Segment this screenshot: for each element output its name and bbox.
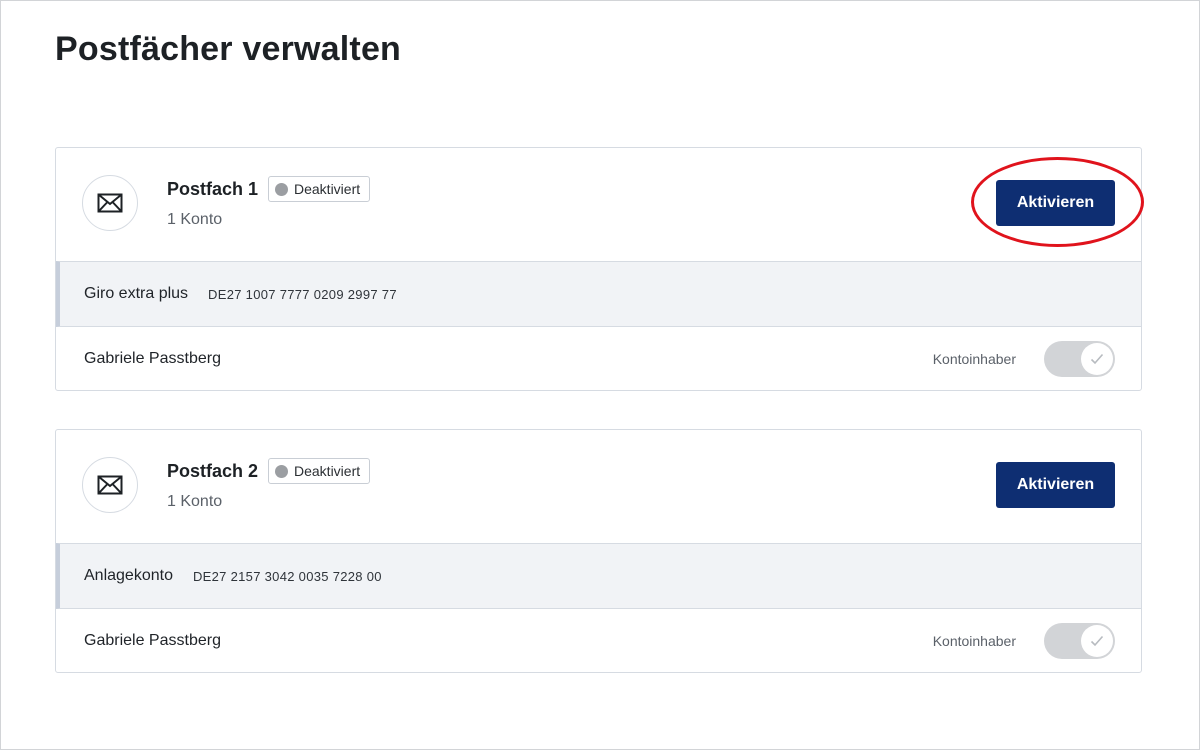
holder-name: Gabriele Passtberg — [84, 349, 221, 367]
activate-button[interactable]: Aktivieren — [996, 462, 1115, 508]
mailbox-name: Postfach 2 — [167, 461, 259, 481]
holder-role: Kontoinhaber — [932, 351, 1016, 367]
page-title: Postfächer verwalten — [55, 30, 402, 68]
account-count: 1 Konto — [167, 211, 223, 228]
mailbox-name: Postfach 1 — [167, 179, 259, 199]
mailbox-card-1: Postfach 1 Deaktiviert 1 Konto Aktiviere… — [55, 147, 1142, 391]
holder-toggle[interactable] — [1044, 623, 1115, 659]
account-count: 1 Konto — [167, 493, 223, 510]
account-row: Giro extra plus DE27 1007 7777 0209 2997… — [56, 261, 1141, 327]
account-iban: DE27 2157 3042 0035 7228 00 — [192, 568, 382, 584]
holder-role: Kontoinhaber — [932, 633, 1016, 649]
status-dot-icon — [275, 182, 288, 196]
check-icon — [1090, 635, 1104, 647]
account-iban: DE27 1007 7777 0209 2997 77 — [208, 286, 397, 302]
status-badge: Deaktiviert — [268, 176, 371, 202]
status-label: Deaktiviert — [294, 181, 361, 197]
holder-row: Gabriele Passtberg Kontoinhaber — [56, 609, 1141, 672]
mailbox-avatar — [82, 457, 138, 513]
envelope-icon — [97, 475, 123, 495]
mailbox-avatar — [82, 175, 138, 231]
status-label: Deaktiviert — [294, 463, 361, 479]
account-name: Anlagekonto — [84, 567, 173, 584]
status-badge: Deaktiviert — [268, 458, 371, 484]
holder-row: Gabriele Passtberg Kontoinhaber — [56, 327, 1141, 390]
envelope-icon — [97, 193, 123, 213]
mailbox-card-2: Postfach 2 Deaktiviert 1 Konto Aktiviere… — [55, 429, 1142, 673]
toggle-knob — [1081, 625, 1113, 657]
account-row: Anlagekonto DE27 2157 3042 0035 7228 00 — [56, 543, 1141, 609]
toggle-knob — [1081, 343, 1113, 375]
holder-toggle[interactable] — [1044, 341, 1115, 377]
activate-button[interactable]: Aktivieren — [996, 180, 1115, 226]
account-name: Giro extra plus — [84, 285, 189, 302]
holder-name: Gabriele Passtberg — [84, 631, 221, 649]
mailbox-header: Postfach 1 Deaktiviert 1 Konto Aktiviere… — [56, 148, 1141, 261]
check-icon — [1090, 353, 1104, 365]
mailbox-header: Postfach 2 Deaktiviert 1 Konto Aktiviere… — [56, 430, 1141, 543]
status-dot-icon — [275, 464, 288, 478]
